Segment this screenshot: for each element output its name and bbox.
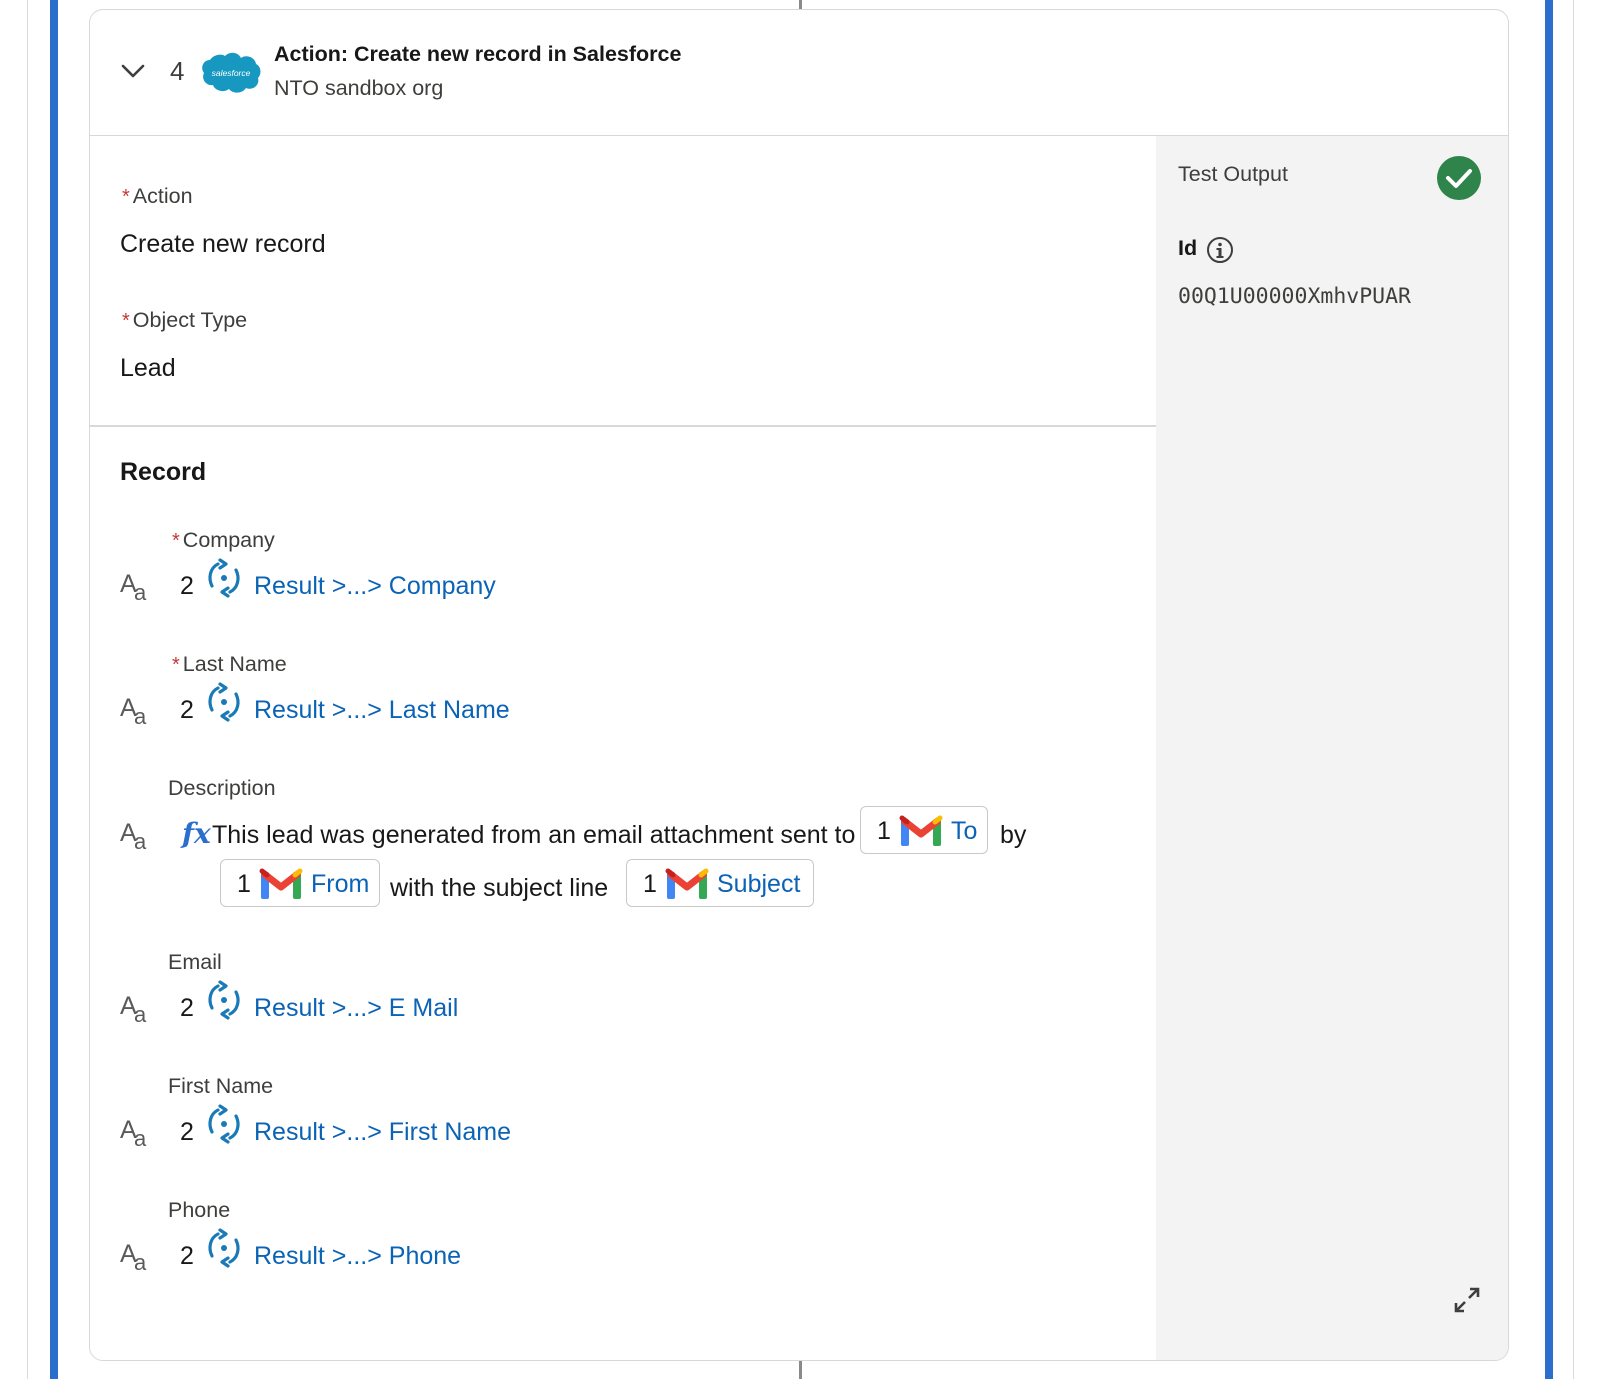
salesforce-logo: salesforce (202, 52, 261, 93)
gmail-icon (259, 868, 303, 899)
source-step-number: 2 (180, 696, 194, 724)
test-output-title: Test Output (1178, 162, 1288, 186)
chevron-down-icon[interactable] (120, 58, 146, 84)
step-card: 4 salesforce Action: Create new record i… (89, 9, 1509, 1361)
field-label-email: Email (168, 950, 222, 974)
page-border-left (27, 0, 28, 1379)
output-id-value: 00Q1U00000XmhvPUAR (1178, 284, 1411, 309)
field-value-last-name[interactable]: Result >...> Last Name (254, 696, 510, 725)
description-text-2: by (1000, 821, 1027, 849)
record-section-title: Record (120, 458, 207, 486)
gmail-icon (899, 815, 943, 846)
check-icon (1437, 156, 1481, 200)
source-step-number: 2 (180, 994, 194, 1022)
gmail-pill-subject[interactable]: 1 Subject (626, 859, 814, 907)
step-connection: NTO sandbox org (274, 76, 444, 100)
mulesoft-icon (208, 1104, 240, 1144)
field-value-first-name[interactable]: Result >...> First Name (254, 1118, 511, 1147)
fx-icon: fx (182, 817, 211, 850)
source-step-number: 2 (180, 1118, 194, 1146)
gmail-pill-to[interactable]: 1 To (860, 806, 988, 854)
action-value[interactable]: Create new record (120, 230, 326, 259)
selection-border-right (1545, 0, 1553, 1379)
mulesoft-icon (208, 682, 240, 722)
test-output-pane: Test Output Id 00Q1U00000XmhvPUAR (1156, 136, 1508, 1360)
field-label-description: Description (168, 776, 276, 800)
field-label-first-name: First Name (168, 1074, 274, 1098)
page-border-right (1573, 0, 1574, 1379)
object-type-value[interactable]: Lead (120, 354, 176, 383)
text-type-icon: Aa (120, 570, 147, 605)
object-type-label: * Object Type (122, 308, 248, 332)
field-label-company: * Company (172, 528, 275, 552)
description-text-3: with the subject line (390, 874, 609, 902)
description-text-1: This lead was generated from an email at… (212, 821, 856, 849)
source-step-number: 2 (180, 1242, 194, 1270)
text-type-icon: Aa (120, 1116, 147, 1151)
expand-icon[interactable] (1453, 1286, 1481, 1314)
selection-border-left (50, 0, 58, 1379)
text-type-icon: Aa (120, 694, 147, 729)
field-value-email[interactable]: Result >...> E Mail (254, 994, 458, 1023)
step-header[interactable]: 4 salesforce Action: Create new record i… (90, 10, 1508, 136)
config-pane: * Action Create new record * Object Type L… (90, 136, 1156, 1360)
action-label: * Action (122, 184, 193, 208)
source-step-number: 2 (180, 572, 194, 600)
field-label-phone: Phone (168, 1198, 231, 1222)
gmail-icon (665, 868, 709, 899)
field-value-phone[interactable]: Result >...> Phone (254, 1242, 461, 1271)
step-title: Action: Create new record in Salesforce (274, 42, 682, 66)
mulesoft-icon (208, 980, 240, 1020)
text-type-icon: Aa (120, 992, 147, 1027)
text-type-icon: Aa (120, 1240, 147, 1275)
output-id-label: Id (1178, 236, 1198, 260)
mulesoft-icon (208, 558, 240, 598)
step-number: 4 (170, 56, 185, 86)
info-icon[interactable] (1206, 236, 1234, 264)
field-value-company[interactable]: Result >...> Company (254, 572, 496, 601)
gmail-pill-from[interactable]: 1 From (220, 859, 380, 907)
section-divider (90, 425, 1156, 427)
text-type-icon: Aa (120, 819, 147, 854)
field-label-last-name: * Last Name (172, 652, 287, 676)
flow-connector-bottom (799, 1361, 802, 1379)
svg-text:salesforce: salesforce (212, 68, 251, 78)
mulesoft-icon (208, 1228, 240, 1268)
